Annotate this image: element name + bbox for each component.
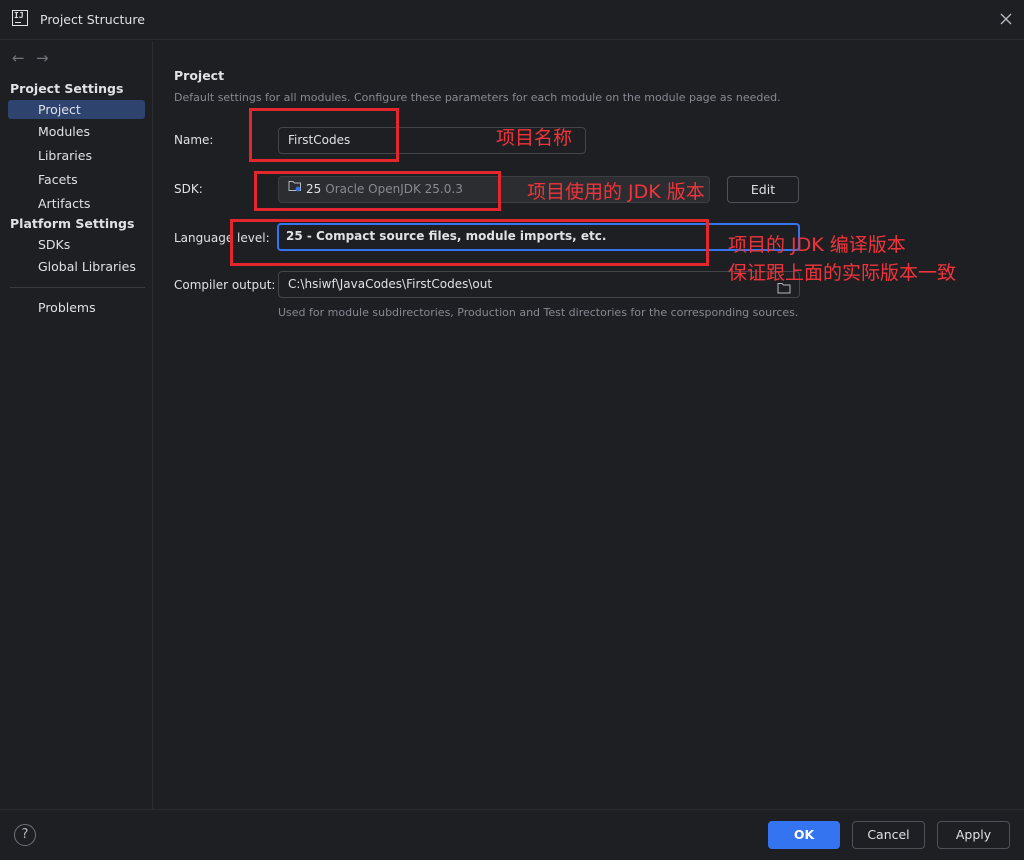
- page-description: Default settings for all modules. Config…: [174, 91, 781, 104]
- sidebar-item-artifacts[interactable]: Artifacts: [8, 194, 145, 213]
- sdk-folder-icon: [288, 176, 302, 201]
- annotation-sdk-note: 项目使用的 JDK 版本: [527, 181, 705, 203]
- compiler-output-input[interactable]: C:\hsiwf\JavaCodes\FirstCodes\out: [278, 271, 800, 298]
- sidebar-item-problems[interactable]: Problems: [8, 298, 145, 317]
- name-label: Name:: [174, 133, 214, 147]
- sdk-version: 25: [306, 182, 322, 196]
- sdk-name: Oracle OpenJDK 25.0.3: [325, 182, 463, 196]
- nav-arrows: ← →: [12, 50, 56, 66]
- sidebar: ← → Project Settings Project Modules Lib…: [0, 41, 153, 809]
- apply-button[interactable]: Apply: [937, 821, 1010, 849]
- sidebar-item-facets[interactable]: Facets: [8, 170, 145, 189]
- compiler-output-value: C:\hsiwf\JavaCodes\FirstCodes\out: [288, 277, 493, 291]
- compiler-output-label: Compiler output:: [174, 278, 276, 292]
- dialog-footer: ? OK Cancel Apply: [0, 809, 1024, 860]
- compiler-output-hint: Used for module subdirectories, Producti…: [278, 306, 799, 319]
- title-bar: IJ Project Structure: [0, 0, 1024, 40]
- cancel-button[interactable]: Cancel: [852, 821, 925, 849]
- intellij-app-icon: IJ: [12, 10, 28, 26]
- main-panel: Project Default settings for all modules…: [154, 41, 1024, 809]
- sidebar-item-global-libraries[interactable]: Global Libraries: [8, 257, 145, 276]
- close-icon[interactable]: [998, 11, 1014, 27]
- platform-settings-header: Platform Settings: [10, 216, 135, 231]
- page-title: Project: [174, 68, 225, 83]
- back-arrow-icon[interactable]: ←: [12, 50, 32, 66]
- language-level-select[interactable]: 25 - Compact source files, module import…: [277, 223, 800, 251]
- annotation-language-note-1: 项目的 JDK 编译版本: [728, 234, 906, 256]
- sidebar-item-libraries[interactable]: Libraries: [8, 146, 145, 165]
- project-settings-header: Project Settings: [10, 81, 124, 96]
- forward-arrow-icon[interactable]: →: [36, 50, 56, 66]
- annotation-language-note-2: 保证跟上面的实际版本一致: [728, 262, 957, 284]
- sidebar-item-sdks[interactable]: SDKs: [8, 235, 145, 254]
- annotation-name-note: 项目名称: [496, 127, 573, 149]
- sidebar-item-project[interactable]: Project: [8, 100, 145, 119]
- language-level-label: Language level:: [174, 231, 270, 245]
- ok-button[interactable]: OK: [768, 821, 840, 849]
- window-title: Project Structure: [40, 12, 145, 27]
- sidebar-item-modules[interactable]: Modules: [8, 122, 145, 141]
- sdk-edit-button[interactable]: Edit: [727, 176, 799, 203]
- sidebar-divider: [10, 287, 145, 288]
- help-icon[interactable]: ?: [14, 824, 36, 846]
- sdk-label: SDK:: [174, 182, 203, 196]
